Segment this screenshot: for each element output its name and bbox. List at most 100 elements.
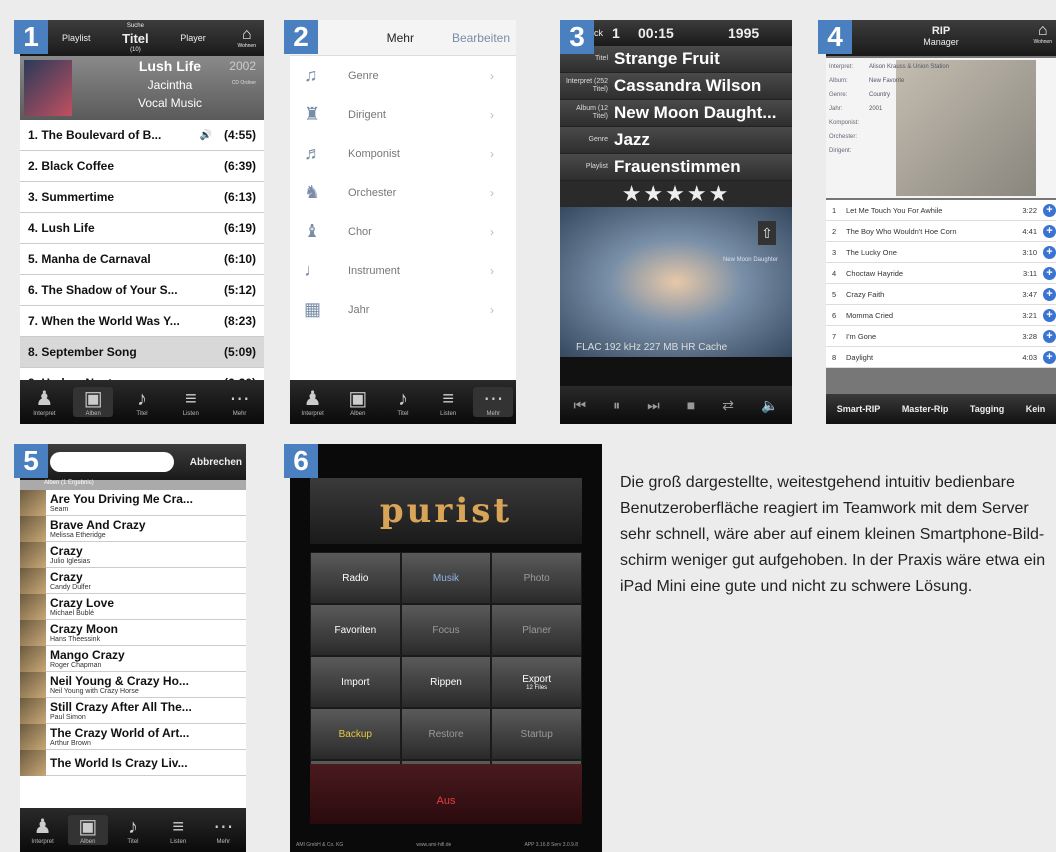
add-icon[interactable]: + xyxy=(1043,224,1056,238)
result-row[interactable]: The Crazy World of Art... Arthur Brown xyxy=(20,723,246,750)
more-item-komponist[interactable]: ♬ Komponist › xyxy=(290,134,516,173)
tab-albums[interactable]: ▣ Alben xyxy=(67,815,108,845)
pause-icon[interactable]: ⏸ xyxy=(613,397,620,414)
tab-lists[interactable]: ≡ Listen xyxy=(171,387,211,417)
menu-button-restore[interactable]: Restore xyxy=(400,708,492,760)
metadata-field[interactable]: Dirigent: xyxy=(826,144,1056,158)
add-icon[interactable]: + xyxy=(1043,287,1056,301)
metadata-field[interactable]: Genre: Country xyxy=(826,88,1056,102)
result-row[interactable]: Mango Crazy Roger Chapman xyxy=(20,645,246,672)
menu-button-export[interactable]: Export 12 Files xyxy=(491,656,582,708)
rip-track-row[interactable]: 1 Let Me Touch You For Awhile 3:22 + xyxy=(826,200,1056,221)
add-icon[interactable]: + xyxy=(1043,266,1056,280)
volume-icon[interactable]: 🔈 xyxy=(761,397,778,414)
more-item-instrument[interactable]: ♩ Instrument › xyxy=(290,251,516,290)
tab-more[interactable]: ⋯ Mehr xyxy=(473,387,514,417)
result-row[interactable]: Crazy Candy Dulfer xyxy=(20,567,246,594)
menu-button-musik[interactable]: Musik xyxy=(400,552,492,604)
tab-titles[interactable]: ♪ Titel xyxy=(122,387,162,417)
more-item-dirigent[interactable]: ♜ Dirigent › xyxy=(290,95,516,134)
metadata-field[interactable]: Jahr: 2001 xyxy=(826,102,1056,116)
track-row[interactable]: 6. The Shadow of Your S... (5:12) xyxy=(20,275,264,306)
upload-icon[interactable]: ⇧ xyxy=(758,221,776,245)
result-row[interactable]: The World Is Crazy Liv... xyxy=(20,749,246,776)
next-icon[interactable]: ⏭ xyxy=(647,397,660,414)
smart-rip-button[interactable]: Smart-RIP xyxy=(837,404,881,414)
stop-icon[interactable]: ■ xyxy=(687,397,695,413)
track-row[interactable]: 1. The Boulevard of B... 🔊 (4:55) xyxy=(20,120,264,151)
tab-more[interactable]: ⋯ Mehr xyxy=(203,815,243,845)
info-row[interactable]: Playlist Frauenstimmen xyxy=(560,154,792,181)
off-area[interactable]: Aus xyxy=(310,764,582,824)
more-item-jahr[interactable]: ▦ Jahr › xyxy=(290,290,516,329)
rip-track-row[interactable]: 5 Crazy Faith 3:47 + xyxy=(826,284,1056,305)
menu-button-radio[interactable]: Radio xyxy=(310,552,401,604)
metadata-field[interactable]: Komponist: xyxy=(826,116,1056,130)
cancel-button[interactable]: Abbrechen xyxy=(190,457,242,468)
menu-button-focus[interactable]: Focus xyxy=(400,604,492,656)
search-input[interactable] xyxy=(50,452,174,472)
track-row[interactable]: 4. Lush Life (6:19) xyxy=(20,213,264,244)
more-item-genre[interactable]: ♫ Genre › xyxy=(290,56,516,95)
tab-lists[interactable]: ≡ Listen xyxy=(428,387,468,417)
home-button[interactable]: ⌂ Wohnen xyxy=(237,27,256,50)
add-icon[interactable]: + xyxy=(1043,350,1056,364)
menu-button-favoriten[interactable]: Favoriten xyxy=(310,604,401,656)
rip-track-row[interactable]: 8 Daylight 4:03 + xyxy=(826,347,1056,368)
master-rip-button[interactable]: Master-Rip xyxy=(902,404,949,414)
menu-button-planer[interactable]: Planer xyxy=(491,604,582,656)
menu-button-backup[interactable]: Backup xyxy=(310,708,401,760)
result-row[interactable]: Still Crazy After All The... Paul Simon xyxy=(20,697,246,724)
search-label[interactable]: Suche xyxy=(127,22,144,31)
edit-button[interactable]: Bearbeiten xyxy=(452,31,510,45)
metadata-field[interactable]: Orchester: xyxy=(826,130,1056,144)
rip-track-row[interactable]: 6 Momma Cried 3:21 + xyxy=(826,305,1056,326)
track-row[interactable]: 3. Summertime (6:13) xyxy=(20,182,264,213)
tab-albums[interactable]: ▣ Alben xyxy=(338,387,378,417)
track-row[interactable]: 5. Manha de Carnaval (6:10) xyxy=(20,244,264,275)
tab-albums[interactable]: ▣ Alben xyxy=(73,387,114,417)
footer-website[interactable]: www.ami-hifi.de xyxy=(416,842,451,848)
playlist-button[interactable]: Playlist xyxy=(62,33,91,43)
info-row[interactable]: Genre Jazz xyxy=(560,127,792,154)
tab-lists[interactable]: ≡ Listen xyxy=(158,815,198,845)
track-row[interactable]: 2. Black Coffee (6:39) xyxy=(20,151,264,182)
add-icon[interactable]: + xyxy=(1043,203,1056,217)
metadata-field[interactable]: Interpret: Alison Krauss & Union Station xyxy=(826,60,1056,74)
home-button[interactable]: ⌂ Wohnen xyxy=(1033,23,1052,46)
metadata-field[interactable]: Album: New Favorite xyxy=(826,74,1056,88)
menu-button-rippen[interactable]: Rippen xyxy=(400,656,492,708)
info-row[interactable]: Album (12 Titel) New Moon Daught... xyxy=(560,100,792,127)
tagging-button[interactable]: Tagging xyxy=(970,404,1004,414)
track-row[interactable]: 8. September Song (5:09) xyxy=(20,337,264,368)
tab-titles[interactable]: ♪ Titel xyxy=(113,815,153,845)
rip-track-row[interactable]: 2 The Boy Who Wouldn't Hoe Corn 4:41 + xyxy=(826,221,1056,242)
rip-track-row[interactable]: 3 The Lucky One 3:10 + xyxy=(826,242,1056,263)
more-item-chor[interactable]: ♝ Chor › xyxy=(290,212,516,251)
tab-artist[interactable]: ♟ Interpret xyxy=(24,387,64,417)
add-icon[interactable]: + xyxy=(1043,245,1056,259)
rip-track-row[interactable]: 4 Choctaw Hayride 3:11 + xyxy=(826,263,1056,284)
add-icon[interactable]: + xyxy=(1043,308,1056,322)
player-button[interactable]: Player xyxy=(180,33,206,43)
tab-titles[interactable]: ♪ Titel xyxy=(383,387,423,417)
menu-button-startup[interactable]: Startup xyxy=(491,708,582,760)
result-row[interactable]: Crazy Love Michael Bublé xyxy=(20,593,246,620)
more-item-orchester[interactable]: ♞ Orchester › xyxy=(290,173,516,212)
tab-artist[interactable]: ♟ Interpret xyxy=(23,815,63,845)
track-row[interactable]: 7. When the World Was Y... (8:23) xyxy=(20,306,264,337)
menu-button-import[interactable]: Import xyxy=(310,656,401,708)
tab-more[interactable]: ⋯ Mehr xyxy=(220,387,260,417)
rating-stars[interactable]: ★★★★★ xyxy=(560,181,792,207)
result-row[interactable]: Neil Young & Crazy Ho... Neil Young with … xyxy=(20,671,246,698)
none-button[interactable]: Kein xyxy=(1026,404,1046,414)
info-row[interactable]: Interpret (252 Titel) Cassandra Wilson xyxy=(560,73,792,100)
menu-button-photo[interactable]: Photo xyxy=(491,552,582,604)
previous-icon[interactable]: ⏮ xyxy=(574,397,587,414)
result-row[interactable]: Are You Driving Me Cra... Seam xyxy=(20,489,246,516)
shuffle-icon[interactable]: ⇄ xyxy=(722,397,734,414)
result-row[interactable]: Brave And Crazy Melissa Etheridge xyxy=(20,515,246,542)
rip-track-row[interactable]: 7 I'm Gone 3:28 + xyxy=(826,326,1056,347)
tab-artist[interactable]: ♟ Interpret xyxy=(293,387,333,417)
result-row[interactable]: Crazy Julio Iglesias xyxy=(20,541,246,568)
